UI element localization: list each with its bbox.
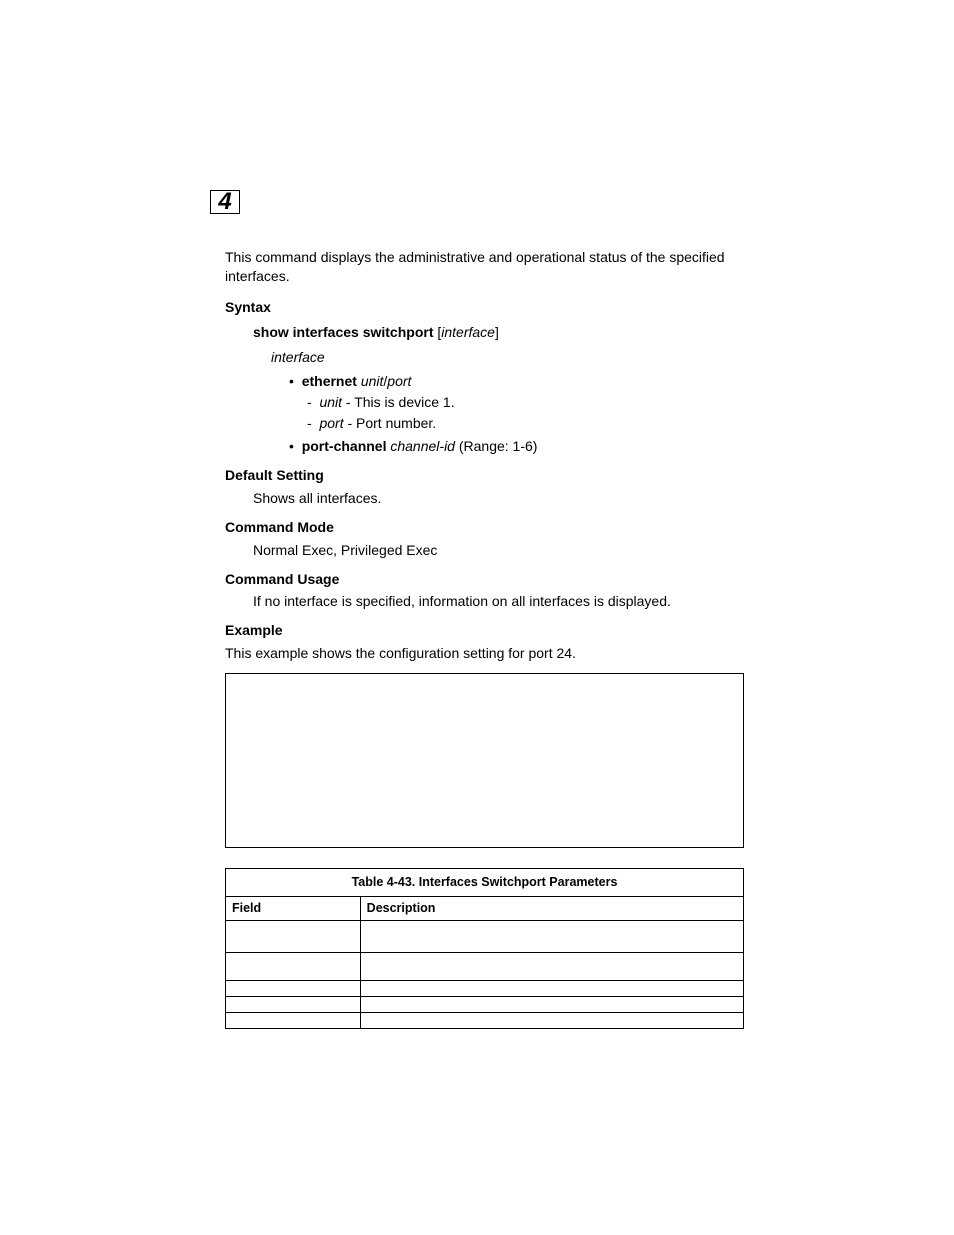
cell-field xyxy=(226,952,361,980)
portchannel-bullet: • port-channel channel-id (Range: 1-6) xyxy=(289,437,744,456)
cell-desc xyxy=(360,1012,743,1028)
example-text: This example shows the configuration set… xyxy=(225,644,744,663)
command-mode-heading: Command Mode xyxy=(225,518,744,537)
command-mode-text: Normal Exec, Privileged Exec xyxy=(253,541,744,560)
portchannel-keyword: port-channel xyxy=(302,438,387,454)
ethernet-keyword: ethernet xyxy=(302,373,357,389)
syntax-heading: Syntax xyxy=(225,298,744,317)
th-field: Field xyxy=(226,897,361,921)
content-area: This command displays the administrative… xyxy=(225,248,744,1029)
cell-desc xyxy=(360,920,743,952)
cell-field xyxy=(226,996,361,1012)
ethernet-bullet: • ethernet unit/port xyxy=(289,372,744,391)
port-sub-text: - Port number. xyxy=(344,415,437,431)
cell-desc xyxy=(360,980,743,996)
chapter-number-badge: 4 xyxy=(210,190,240,214)
unit-sub-ital: unit xyxy=(319,394,342,410)
unit-sub: - unit - This is device 1. xyxy=(307,393,744,412)
cell-desc xyxy=(360,952,743,980)
syntax-bracket-close: ] xyxy=(495,324,499,340)
table-row xyxy=(226,996,744,1012)
parameters-table: Table 4-43. Interfaces Switchport Parame… xyxy=(225,868,744,1029)
port-ital: port xyxy=(387,373,411,389)
command-usage-text: If no interface is specified, informatio… xyxy=(253,592,744,611)
default-setting-heading: Default Setting xyxy=(225,466,744,485)
unit-ital: unit xyxy=(361,373,384,389)
portchannel-range: (Range: 1-6) xyxy=(455,438,537,454)
channelid-ital: channel-id xyxy=(390,438,455,454)
example-heading: Example xyxy=(225,621,744,640)
port-sub: - port - Port number. xyxy=(307,414,744,433)
table-caption: Table 4-43. Interfaces Switchport Parame… xyxy=(225,868,744,896)
intro-paragraph: This command displays the administrative… xyxy=(225,248,744,286)
default-setting-text: Shows all interfaces. xyxy=(253,489,744,508)
example-output-box xyxy=(225,673,744,848)
command-usage-heading: Command Usage xyxy=(225,570,744,589)
syntax-cmd-ital: interface xyxy=(441,324,495,340)
table-row xyxy=(226,1012,744,1028)
cell-field xyxy=(226,980,361,996)
port-sub-ital: port xyxy=(319,415,343,431)
syntax-command-line: show interfaces switchport [interface] xyxy=(253,323,744,342)
table-row xyxy=(226,952,744,980)
interface-param: interface xyxy=(271,348,744,367)
table-row xyxy=(226,980,744,996)
th-description: Description xyxy=(360,897,743,921)
cell-desc xyxy=(360,996,743,1012)
page-body: This command displays the administrative… xyxy=(0,0,954,1109)
syntax-cmd-bold: show interfaces switchport xyxy=(253,324,433,340)
cell-field xyxy=(226,1012,361,1028)
chapter-number: 4 xyxy=(218,188,231,216)
table-row xyxy=(226,920,744,952)
table-header-row: Field Description xyxy=(226,897,744,921)
unit-sub-text: - This is device 1. xyxy=(342,394,455,410)
cell-field xyxy=(226,920,361,952)
